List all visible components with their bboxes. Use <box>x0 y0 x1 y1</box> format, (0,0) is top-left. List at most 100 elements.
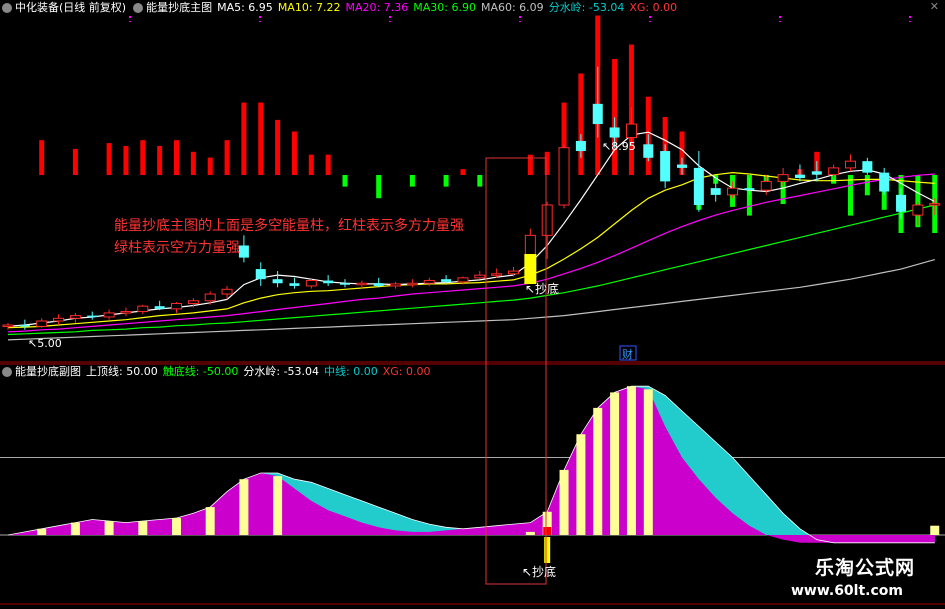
main-legend-item: MA30: 6.90 <box>413 1 476 14</box>
candle-body <box>2 324 14 328</box>
yellow-bar <box>37 528 47 535</box>
yellow-bar <box>138 521 148 535</box>
candle-body <box>373 283 384 286</box>
energy-bar <box>325 154 331 175</box>
yellow-bar <box>610 392 620 535</box>
energy-bar <box>174 140 179 175</box>
yellow-bar <box>104 521 114 535</box>
energy-bar <box>224 140 230 175</box>
main-note-line1: 能量抄底主图的上面是多空能量柱，红柱表示多方力量强 <box>114 217 464 234</box>
magenta-area <box>8 386 935 543</box>
candle-body <box>289 283 300 286</box>
settings-icon[interactable] <box>2 3 12 13</box>
candle-body <box>474 274 486 279</box>
sub-legend-item: XG: 0.00 <box>382 365 431 378</box>
sub-legend-item: 触底线: -50.00 <box>162 365 239 378</box>
sub-indicator-title: 能量抄底副图 <box>15 365 81 378</box>
main-legend: 中化装备(日线 前复权) 能量抄底主图 MA5: 6.95 MA10: 7.22 M… <box>0 0 687 16</box>
candle-body <box>390 283 402 287</box>
energy-bar <box>207 157 213 175</box>
candle-body <box>87 315 98 318</box>
watermark-url: www.60lt.com <box>790 583 903 599</box>
candle-body <box>575 140 586 152</box>
candle-body <box>406 282 418 286</box>
candle-body <box>811 171 822 175</box>
candle-body <box>693 167 704 205</box>
candle-body <box>558 147 570 206</box>
candle-body <box>187 300 199 304</box>
cai-badge: 财 <box>622 347 633 361</box>
low-price-label: ↖5.00 <box>28 337 62 350</box>
candle-body <box>541 204 553 236</box>
main-legend-item: MA10: 7.22 <box>277 1 341 14</box>
sub-legend: 能量抄底副图 上顶线: 50.00 触底线: -50.00 分水岭: -53.04 中… <box>0 364 441 380</box>
main-legend-item: 分水岭: -53.04 <box>548 1 625 14</box>
energy-bar <box>376 175 382 199</box>
candle-body <box>491 273 503 276</box>
main-legend-item: MA20: 7.36 <box>345 1 409 14</box>
candle-body <box>677 164 687 168</box>
candle-body <box>896 194 907 212</box>
yellow-bar <box>239 479 249 535</box>
candle-body <box>137 305 149 313</box>
candle-body <box>828 167 840 176</box>
candle-body <box>862 161 873 173</box>
yellow-signal-bar <box>544 537 551 563</box>
chart-canvas: 能量抄底主图的上面是多空能量柱，红柱表示多方力量强绿柱表示空方力量强 ↖8.95 ↖… <box>0 15 945 605</box>
settings-icon[interactable] <box>2 367 12 377</box>
cyan-area <box>8 386 935 543</box>
energy-bar <box>241 102 247 175</box>
candle-body <box>609 127 620 138</box>
candle-body <box>238 245 249 258</box>
energy-bar <box>190 151 196 175</box>
energy-bar <box>460 169 466 175</box>
candle-body <box>744 188 755 191</box>
energy-bar <box>308 154 314 175</box>
chaodi-candle <box>524 254 537 284</box>
candle-body <box>845 160 856 169</box>
red-signal-bar <box>543 527 552 535</box>
energy-bar <box>106 143 112 175</box>
sub-indicator-panel <box>0 385 945 605</box>
candle-body <box>171 302 182 310</box>
yellow-bar <box>626 386 636 535</box>
candle-body <box>441 279 452 282</box>
settings-icon[interactable] <box>133 3 144 13</box>
close-icon[interactable]: ✕ <box>930 0 939 13</box>
watermark-title: 乐淘公式网 <box>814 557 915 579</box>
sub-legend-item: 分水岭: -53.04 <box>243 365 320 378</box>
candle-body <box>19 325 30 327</box>
candle-body <box>929 203 941 206</box>
candle-body <box>120 311 132 314</box>
candle-body <box>727 187 739 196</box>
energy-bar <box>409 175 415 187</box>
stock-title: 中化装备(日线 前复权) <box>15 1 127 14</box>
energy-bar <box>72 148 78 175</box>
candle-body <box>154 306 165 309</box>
candle-body <box>592 103 603 125</box>
yellow-bar <box>593 407 603 535</box>
energy-bar <box>342 175 348 187</box>
candle-body <box>221 288 233 295</box>
chaodi-label-main: ↖抄底 <box>525 281 559 296</box>
yellow-bar <box>70 522 80 535</box>
energy-bar <box>578 73 584 175</box>
candle-body <box>356 282 368 286</box>
yellow-bar <box>576 434 586 535</box>
candle-body <box>457 277 469 283</box>
energy-bar <box>477 175 483 187</box>
energy-bar <box>848 175 853 216</box>
candle-body <box>272 279 283 284</box>
main-price-panel <box>0 15 945 365</box>
main-note-line2: 绿柱表示空方力量强 <box>114 240 240 256</box>
candle-body <box>255 269 266 280</box>
candle-body <box>36 320 48 327</box>
indicator-title: 能量抄底主图 <box>146 1 213 14</box>
energy-bar <box>291 131 297 175</box>
cyan-edge <box>7 385 935 544</box>
energy-bar <box>39 140 45 175</box>
main-legend-item: MA5: 6.95 <box>217 1 273 14</box>
candle-body <box>710 188 721 195</box>
high-price-label: ↖8.95 <box>602 140 636 153</box>
energy-bar <box>258 102 264 175</box>
